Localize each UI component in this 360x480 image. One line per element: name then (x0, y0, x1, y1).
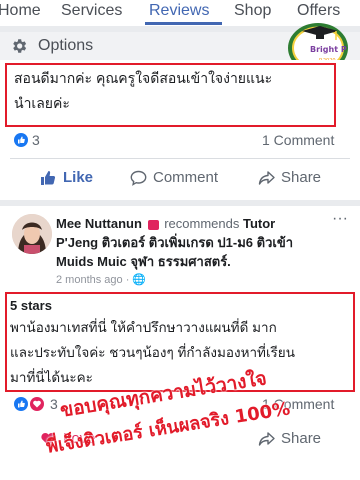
review-text-line-1: สอนดีมากค่ะ คุณครูใจดีสอนเข้าใจง่ายแนะ (14, 70, 273, 86)
more-options-icon[interactable]: ··· (332, 210, 348, 228)
active-tab-indicator (145, 22, 222, 25)
comment-count[interactable]: 1 Comment (262, 132, 334, 148)
recommend-icon (147, 219, 159, 230)
reaction-summary[interactable]: 3 (14, 132, 40, 148)
review-header: Mee Nuttanun recommends Tutor P'Jeng ติว… (56, 214, 332, 271)
post-timestamp[interactable]: 2 months ago · 🌐 (56, 273, 146, 286)
page-name-part-1[interactable]: Tutor (243, 216, 275, 231)
author-name[interactable]: Mee Nuttanun (56, 216, 142, 231)
gear-icon (13, 39, 27, 53)
star-rating: 5 stars (10, 298, 52, 313)
review-text-line-2: นำเลยค่ะ (14, 95, 70, 111)
review-card-2: Mee Nuttanun recommends Tutor P'Jeng ติว… (0, 206, 360, 480)
page-name-part-3[interactable]: Muids Muic จุฬา ธรรมศาสตร์. (56, 254, 231, 269)
reaction-count: 3 (32, 132, 40, 148)
share-label: Share (281, 169, 322, 186)
like-reaction-icon (14, 133, 28, 147)
comment-bubble-icon (130, 170, 147, 186)
like-reaction-icon (14, 397, 28, 411)
share-arrow-icon (258, 431, 275, 446)
avatar[interactable] (12, 214, 52, 254)
review-text-line-1: พาน้องมาเทสที่นี่ ให้คำปรึกษาวางแผนที่ดี… (10, 320, 277, 335)
thumbs-up-icon (41, 170, 56, 185)
comment-button[interactable]: Comment (130, 169, 218, 186)
like-button[interactable]: Like (40, 169, 93, 186)
share-button[interactable]: Share (258, 430, 321, 447)
share-button[interactable]: Share (258, 169, 321, 186)
avatar-photo (12, 214, 52, 254)
page-name-part-2[interactable]: P'Jeng ติวเตอร์ ติวเพิ่มเกรด ป1-ม6 ติวเข… (56, 235, 293, 250)
tab-home[interactable]: Home (0, 0, 41, 20)
review-card-1: สอนดีมากค่ะ คุณครูใจดีสอนเข้าใจง่ายแนะ น… (0, 60, 360, 200)
tab-shop[interactable]: Shop (234, 0, 271, 20)
recommends-label: recommends (164, 216, 240, 231)
love-reaction-icon (30, 397, 44, 411)
divider (10, 158, 350, 159)
review-text-line-2: และประทับใจค่ะ ชวนๆน้องๆ ที่กำลังมองหาที… (10, 345, 295, 360)
tab-reviews[interactable]: Reviews (149, 0, 209, 20)
like-label: Like (63, 169, 94, 186)
logo-text-top: Bright P (310, 45, 347, 54)
reaction-summary[interactable]: 3 (14, 396, 58, 412)
share-arrow-icon (258, 170, 275, 185)
reaction-count: 3 (50, 396, 58, 412)
comment-label: Comment (153, 169, 219, 186)
tab-services[interactable]: Services (61, 0, 122, 20)
review-text-line-3: มาที่นี่ได้นะคะ (10, 370, 93, 385)
share-label: Share (281, 430, 322, 447)
tab-offers[interactable]: Offers (297, 0, 340, 20)
options-label: Options (38, 37, 94, 54)
